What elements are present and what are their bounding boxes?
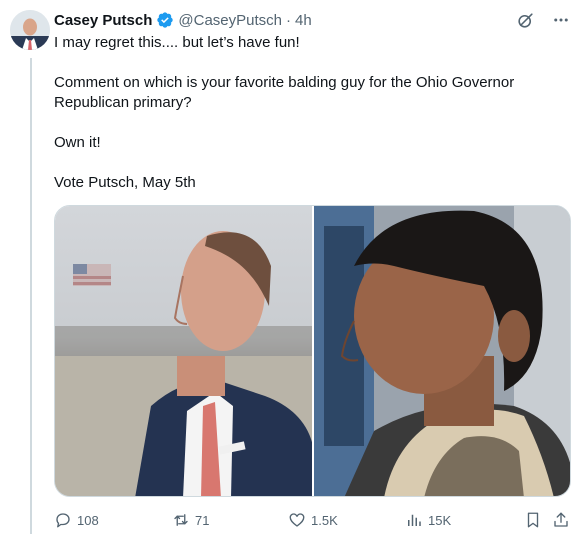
media-grid [54,205,571,497]
flag [73,264,111,286]
repost-icon [174,514,188,526]
reply-count: 108 [77,512,99,528]
tweet-top-actions [515,10,571,30]
photo-left-image [55,206,312,496]
thread-line [30,58,32,534]
avatar[interactable] [10,10,50,50]
like-button[interactable]: 1.5K [288,510,338,530]
photo-left[interactable] [55,206,312,496]
views-icon [408,514,421,526]
bookmark-icon [527,512,539,528]
timestamp[interactable]: 4h [295,12,312,29]
author-handle[interactable]: @CaseyPutsch [178,12,282,29]
tweet-paragraph: I may regret this.... but let’s have fun… [54,34,300,51]
photo-right-image [313,206,570,496]
grok-icon[interactable] [515,10,535,30]
verified-badge-icon [156,11,174,29]
tweet-paragraph: Vote Putsch, May 5th [54,174,196,191]
bookmark-button[interactable] [524,510,542,530]
more-icon[interactable] [551,10,571,30]
tweet-header: Casey Putsch @CaseyPutsch · 4h [54,9,312,31]
reply-button[interactable]: 108 [54,510,99,530]
like-icon [289,513,305,527]
tweet-paragraph: Comment on which is your favorite baldin… [54,74,515,111]
views-count: 15K [428,512,452,528]
repost-button[interactable]: 71 [172,510,209,530]
separator-dot: · [286,11,291,29]
tweet-text: I may regret this.... but let’s have fun… [54,33,564,193]
avatar-image [10,10,50,50]
tweet-actions: 108 71 1.5K 15K [54,510,571,530]
photo-right[interactable] [313,206,570,496]
repost-count: 71 [195,512,210,528]
share-icon [554,512,568,527]
views-button[interactable]: 15K [405,510,451,530]
tweet-paragraph: Own it! [54,134,101,151]
like-count: 1.5K [311,512,338,528]
author-name[interactable]: Casey Putsch [54,12,152,29]
share-button[interactable] [552,510,570,530]
reply-icon [56,513,70,528]
